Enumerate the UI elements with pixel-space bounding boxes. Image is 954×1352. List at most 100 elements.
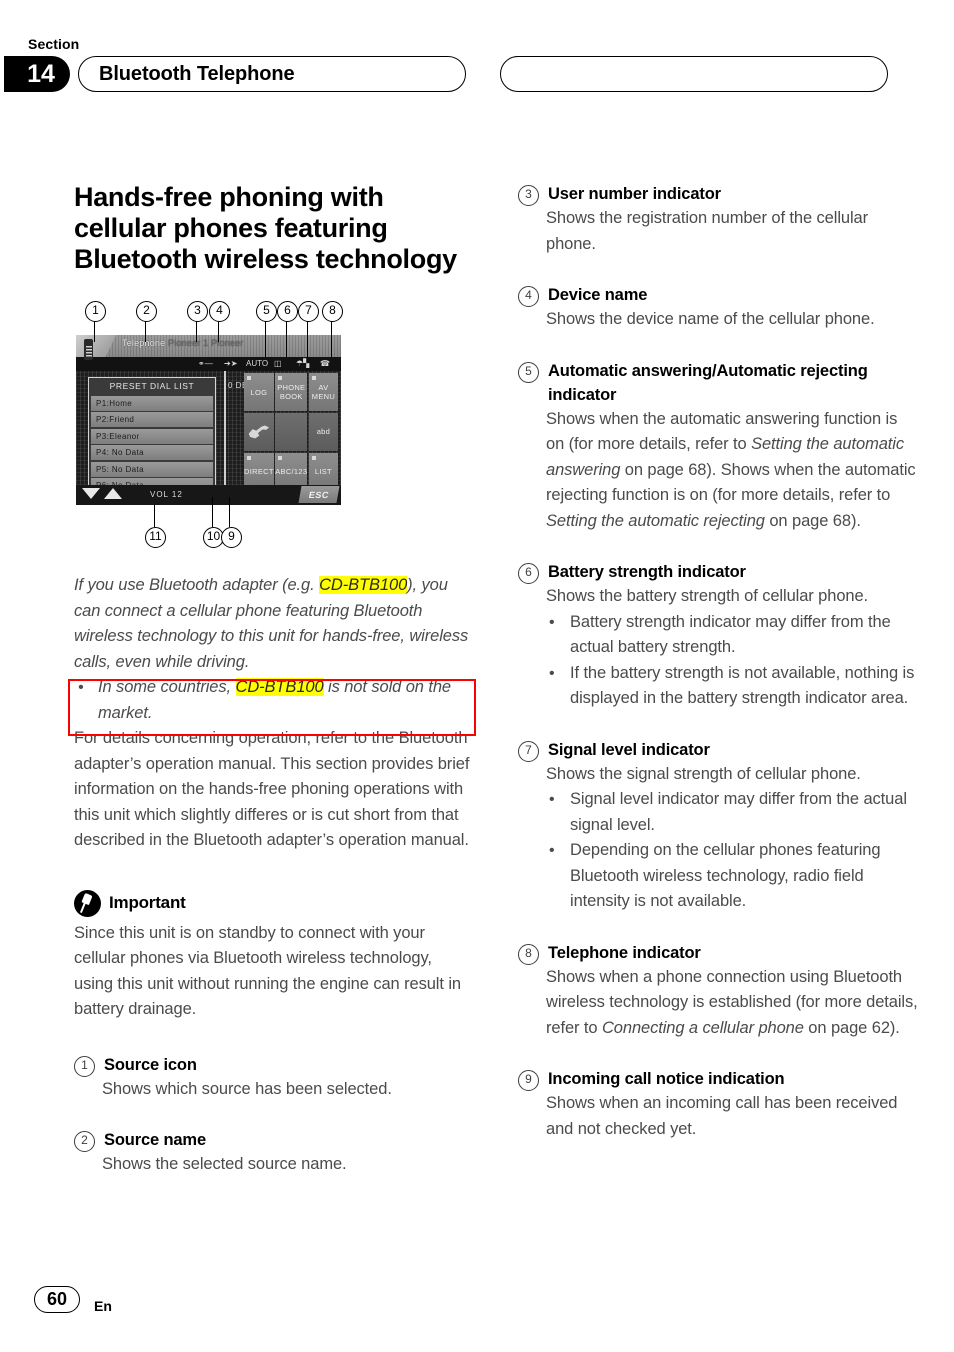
leader-line-7 <box>307 320 309 358</box>
cellphone-icon <box>84 339 93 360</box>
item-number-8: 8 <box>518 943 539 965</box>
numbered-item-4: 4 Device name Shows the device name of t… <box>518 283 918 333</box>
numbered-item-5-head: 5 Automatic answering/Automatic rejectin… <box>518 359 918 407</box>
right-column: 3 User number indicator Shows the regist… <box>518 182 918 1142</box>
numbered-item-8-head: 8 Telephone indicator <box>518 941 918 965</box>
item-body-1: Shows which source has been selected. <box>102 1079 392 1098</box>
led-indicator <box>247 455 251 460</box>
numbered-item-9: 9 Incoming call notice indication Shows … <box>518 1067 918 1142</box>
item-body-8-italic1: Connecting a cellular phone <box>601 1018 804 1037</box>
item-7-bullet-1: Signal level indicator may differ from t… <box>546 787 918 838</box>
numbered-item-5: 5 Automatic answering/Automatic rejectin… <box>518 359 918 535</box>
callout-1: 1 <box>85 301 106 322</box>
numbered-item-9-head: 9 Incoming call notice indication <box>518 1067 918 1091</box>
key-log-label: LOG <box>250 387 268 397</box>
numbered-item-8: 8 Telephone indicator Shows when a phone… <box>518 941 918 1042</box>
callout-9: 9 <box>221 527 242 548</box>
preset-row-1[interactable]: P1:Home <box>91 395 213 411</box>
item-body-5-italic2: Setting the automatic rejecting <box>546 511 765 530</box>
page-footer: 60 En <box>0 1272 954 1352</box>
numbered-item-1: 1 Source icon Shows which source has bee… <box>74 1053 474 1103</box>
item-body-3: Shows the registration number of the cel… <box>546 209 869 253</box>
intro-bullet-list: In some countries, CD-BTB100 is not sold… <box>74 675 474 726</box>
numbered-item-3: 3 User number indicator Shows the regist… <box>518 182 918 257</box>
important-paragraph: Since this unit is on standby to connect… <box>74 923 461 1019</box>
intro-text-before: If you use Bluetooth adapter (e.g. <box>74 576 320 594</box>
auto-answer-icon: AUTO <box>246 359 269 368</box>
item-body-6: Shows the battery strength of cellular p… <box>546 587 869 605</box>
numbered-item-6: 6 Battery strength indicator Shows the b… <box>518 560 918 712</box>
bluetooth-phone-icon: ☎ <box>320 359 330 368</box>
intro-highlight-cd-btb100: CD-BTB100 <box>319 576 408 594</box>
important-label: Important <box>109 893 186 912</box>
esc-button[interactable]: ESC <box>298 486 340 503</box>
numbered-item-1-head: 1 Source icon <box>74 1053 474 1077</box>
led-indicator <box>247 376 251 380</box>
item-6-bullet-2: If the battery strength is not available… <box>546 661 918 712</box>
chevron-up-icon[interactable] <box>104 488 122 499</box>
bullet-highlight-cd-btb100: CD-BTB100 <box>235 678 324 696</box>
preset-row-3[interactable]: P3:Eleanor <box>91 428 213 444</box>
item-title-1: Source icon <box>104 1055 197 1074</box>
key-phone-book[interactable]: PHONE BOOK <box>275 373 308 412</box>
key-call[interactable] <box>244 412 274 452</box>
numbered-item-4-head: 4 Device name <box>518 283 918 307</box>
item-body-5-part3: on page 68). <box>764 511 861 530</box>
main-heading: Hands-free phoning with cellular phones … <box>74 182 457 274</box>
left-column: Hands-free phoning with cellular phones … <box>74 182 474 1178</box>
key-phone-book-label: PHONE BOOK <box>277 383 306 402</box>
callout-3: 3 <box>187 301 208 322</box>
numbered-item-6-head: 6 Battery strength indicator <box>518 560 918 584</box>
battery-icon: ◫ <box>274 359 282 368</box>
bullet-cd-btb100-availability: In some countries, CD-BTB100 is not sold… <box>74 675 474 726</box>
language-code: En <box>94 1298 112 1314</box>
key-av-menu-label: AV MENU <box>311 383 336 402</box>
device-source-label: Telephone <box>122 338 166 348</box>
leader-line-1 <box>94 320 96 342</box>
numbered-item-2-head: 2 Source name <box>74 1128 474 1152</box>
preset-dial-list[interactable]: PRESET DIAL LIST P1:Home P2:Friend P3:El… <box>88 377 216 493</box>
callout-11: 11 <box>145 527 166 548</box>
item-title-9: Incoming call notice indication <box>548 1070 785 1088</box>
led-indicator <box>278 455 283 460</box>
chevron-down-icon[interactable] <box>82 488 100 499</box>
header-pill-right <box>500 56 888 92</box>
numbered-item-2: 2 Source name Shows the selected source … <box>74 1128 474 1178</box>
item-6-bullets: Battery strength indicator may differ fr… <box>518 610 918 712</box>
leader-line-2 <box>145 320 147 342</box>
key-abd[interactable]: abd <box>308 412 338 452</box>
preset-row-5[interactable]: P5: No Data <box>91 461 213 477</box>
item-body-4: Shows the device name of the cellular ph… <box>546 310 875 328</box>
key-icon: ⚭— <box>198 359 213 368</box>
led-indicator <box>311 455 316 460</box>
section-number-badge: 14 <box>4 56 70 92</box>
item-title-5: Automatic answering/Automatic rejecting … <box>548 361 868 404</box>
preset-row-4[interactable]: P4: No Data <box>91 445 213 460</box>
numbered-item-7-head: 7 Signal level indicator <box>518 738 918 762</box>
key-log[interactable]: LOG <box>244 373 274 412</box>
leader-line-5 <box>265 320 267 358</box>
item-number-3: 3 <box>518 185 539 206</box>
item-body-9: Shows when an incoming call has been rec… <box>546 1094 898 1138</box>
item-body-8: Shows when a phone connection using Blue… <box>518 965 918 1042</box>
preset-row-2[interactable]: P2:Friend <box>91 412 213 427</box>
key-abc-123-label: ABC/123 <box>275 467 308 477</box>
pushpin-icon <box>74 889 101 917</box>
leader-line-11 <box>154 505 156 527</box>
details-paragraph: For details concerning operation, refer … <box>74 729 470 849</box>
item-body-8-part2: on page 62). <box>803 1018 900 1037</box>
callout-2: 2 <box>136 301 157 322</box>
key-blank[interactable] <box>275 412 308 452</box>
header-pill-left: Bluetooth Telephone <box>78 56 466 92</box>
item-number-4: 4 <box>518 286 539 307</box>
leader-line-10 <box>212 497 214 527</box>
item-title-4: Device name <box>548 286 648 304</box>
item-number-9: 9 <box>518 1070 539 1091</box>
device-source-name: Telephone Pioneer 1 Pioneer <box>122 338 244 348</box>
numbered-item-7: 7 Signal level indicator Shows the signa… <box>518 738 918 915</box>
key-av-menu[interactable]: AV MENU <box>308 373 338 412</box>
key-direct-label: DIRECT <box>244 467 274 477</box>
item-title-6: Battery strength indicator <box>548 563 746 581</box>
led-indicator <box>311 376 316 380</box>
device-key-grid: LOG PHONE BOOK AV MENU abd DIRECT ABC/12… <box>244 373 338 491</box>
